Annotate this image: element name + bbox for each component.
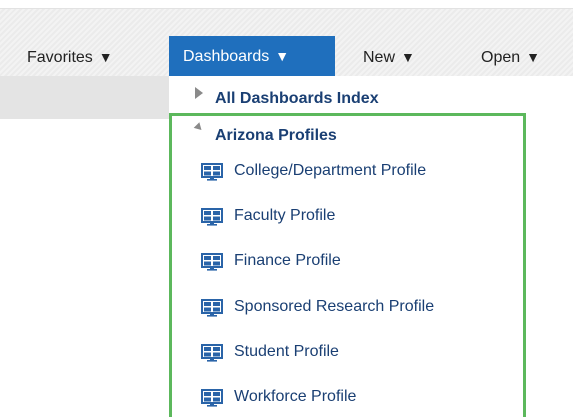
dashboard-item-label: Workforce Profile (234, 388, 357, 405)
open-menu[interactable]: Open ▼ (481, 37, 540, 77)
page-toolbar-band (0, 76, 169, 119)
dashboard-icon (201, 208, 223, 226)
open-label: Open (481, 49, 521, 66)
all-dashboards-index-link[interactable]: All Dashboards Index (215, 90, 379, 108)
top-strip (0, 0, 573, 8)
dashboard-icon (201, 299, 223, 317)
dashboard-icon (201, 163, 223, 181)
dashboard-item-label: Student Profile (234, 343, 339, 360)
dashboard-icon (201, 344, 223, 362)
favorites-menu[interactable]: Favorites ▼ (27, 37, 113, 77)
dashboard-item-label: Sponsored Research Profile (234, 298, 435, 315)
dashboard-item-label: College/Department Profile (234, 162, 427, 179)
collapsed-triangle-icon[interactable] (195, 87, 203, 99)
caret-down-icon: ▼ (401, 49, 415, 65)
caret-down-icon: ▼ (98, 49, 113, 65)
new-label: New (363, 49, 396, 66)
dashboard-icon (201, 253, 223, 271)
dashboard-item-label: Faculty Profile (234, 207, 336, 224)
caret-down-icon: ▼ (275, 48, 290, 64)
favorites-label: Favorites (27, 49, 93, 66)
new-menu[interactable]: New ▼ (363, 37, 415, 77)
menu-bar: Favorites ▼ Dashboards ▼ New ▼ Open ▼ (0, 8, 573, 77)
dashboards-menu[interactable]: Dashboards ▼ (169, 36, 335, 77)
caret-down-icon: ▼ (526, 49, 540, 65)
dashboards-label: Dashboards (183, 48, 270, 65)
dashboard-icon (201, 389, 223, 407)
dashboard-item-label: Finance Profile (234, 252, 341, 269)
